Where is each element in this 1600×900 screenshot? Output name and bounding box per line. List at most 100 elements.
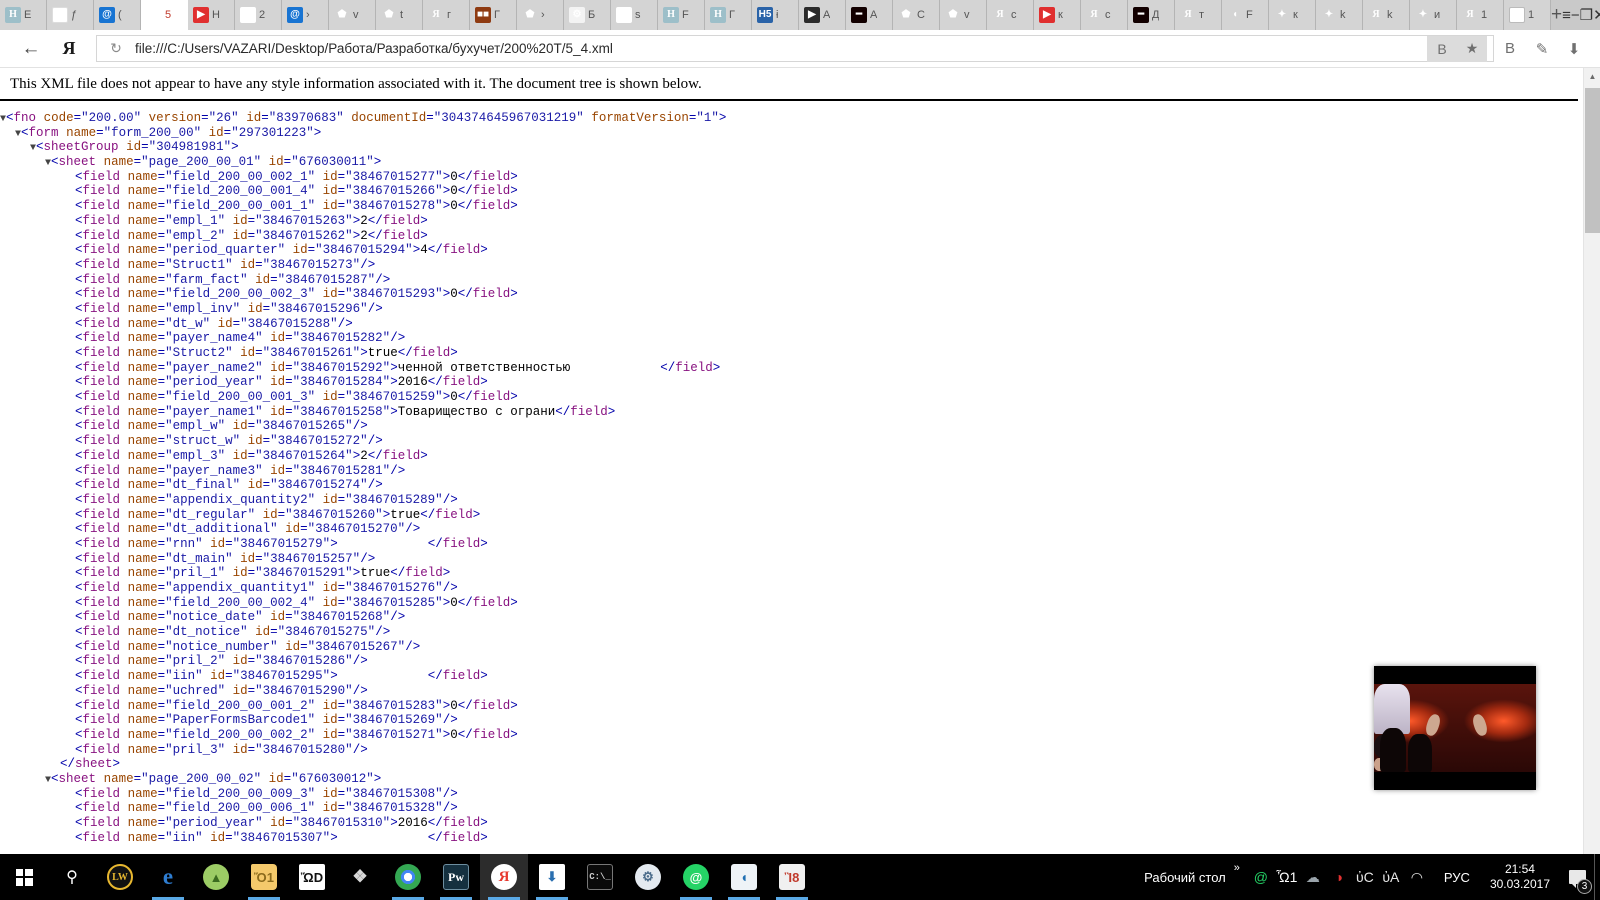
browser-tab-26[interactable]: ◖ F [1222,0,1269,30]
browser-tab-10[interactable]: ■■ Г [470,0,517,30]
show-desktop-button[interactable] [1594,854,1600,900]
html5-icon: H5 [757,7,773,23]
windows-taskbar: ⚲ LW e ▲ Ὄ1 ὬD ❖ Pw Я ⬇ C:\_ ⚙ @ ◖ Ἲ8 Рабочий стол » … [0,854,1600,900]
browser-tab-1[interactable]: Яƒ [47,0,94,30]
video-overlay-popup[interactable]: ✕ [1374,666,1536,790]
browser-tab-14[interactable]: HF [658,0,705,30]
browser-tab-24[interactable]: ━ Д [1128,0,1175,30]
battery-icon[interactable]: ὐC [1352,854,1378,900]
browser-tab-16[interactable]: H5 ɨ [752,0,799,30]
security-shield-icon[interactable]: Ὦ1 [1274,854,1300,900]
scrollbar-thumb[interactable] [1585,88,1600,233]
browser-tab-15[interactable]: HГ [705,0,752,30]
browser-tab-31[interactable]: Я1 [1457,0,1504,30]
browser-tab-3[interactable]: ὜B 5 [141,0,188,30]
browser-tab-25[interactable]: Ят [1175,0,1222,30]
browser-tab-30[interactable]: ✦ и [1410,0,1457,30]
h-logo-icon: H [710,7,726,23]
browser-tab-9[interactable]: Яг [423,0,470,30]
pink-shape-icon: ⬟ [522,7,538,23]
xml-line: <field name="payer_name4" id="3846701528… [0,331,1600,346]
taskbar-clock[interactable]: 21:54 30.03.2017 [1480,862,1560,892]
taskbar-item-google-chrome[interactable] [384,854,432,900]
browser-tab-7[interactable]: ⬟ v [329,0,376,30]
video-frame[interactable] [1374,684,1536,772]
reload-icon[interactable]: ↻ [103,40,129,57]
back-button[interactable]: ← [14,34,48,64]
new-tab-button[interactable]: + [1551,0,1562,30]
download-icon[interactable]: ⬇ [1558,34,1590,64]
tray-expand-icon[interactable]: » [1232,862,1248,882]
tab-label: Б [588,9,595,21]
taskbar-item-whatsapp[interactable]: @ [672,854,720,900]
browser-tab-6[interactable]: @ › [282,0,329,30]
browser-tab-17[interactable]: ▶ А [799,0,846,30]
taskbar-item-media-app[interactable]: ◖ [720,854,768,900]
tab-label: › [541,9,545,21]
browser-tab-0[interactable]: HE [0,0,47,30]
browser-tab-28[interactable]: ✦ k [1316,0,1363,30]
language-indicator[interactable]: РУС [1434,870,1480,885]
xml-line: <field name="field_200_00_001_4" id="384… [0,184,1600,199]
browser-tab-32[interactable]: W1 [1504,0,1551,30]
opera-tray-icon[interactable]: ◑ [1326,854,1352,900]
browser-tab-20[interactable]: ⬟ v [940,0,987,30]
xml-line: <field name="field_200_00_009_3" id="384… [0,787,1600,802]
taskbar-item-lightworks[interactable]: LW [96,854,144,900]
microsoft-store-icon: ὬD [299,864,325,890]
taskbar-item-pw-app[interactable]: Pw [432,854,480,900]
page-scrollbar[interactable]: ▲ [1583,68,1600,854]
bookmark-star-icon[interactable]: ★ [1457,36,1487,62]
close-window-button[interactable]: ✕ [1593,0,1600,30]
browser-tab-19[interactable]: ⬟ C [893,0,940,30]
yandex-home-button[interactable]: Я [48,34,90,64]
minimize-button[interactable]: − [1571,0,1580,30]
volume-icon[interactable]: ὐA [1378,854,1404,900]
tab-label: Н [212,9,220,21]
restore-button[interactable]: ❐ [1580,0,1593,30]
taskbar-item-command-prompt[interactable]: C:\_ [576,854,624,900]
download-manager-icon: ⬇ [539,864,565,890]
search-icon[interactable]: ⚲ [48,854,96,900]
browser-tab-27[interactable]: ✦ к [1269,0,1316,30]
dark-banner-icon: ━ [1133,7,1149,23]
taskbar-item-file-explorer[interactable]: Ὄ1 [240,854,288,900]
cloud-storage-icon[interactable]: ☁ [1300,854,1326,900]
browser-menu-button[interactable]: ≡ [1562,0,1571,30]
browser-tab-4[interactable]: ▶ Н [188,0,235,30]
browser-tab-8[interactable]: ⬟ t [376,0,423,30]
taskbar-item-yandex-browser[interactable]: Я [480,854,528,900]
wifi-icon[interactable]: ◠ [1404,854,1430,900]
xml-line: <field name="uchred" id="38467015290"/> [0,684,1600,699]
browser-tab-29[interactable]: Яk [1363,0,1410,30]
dark-banner-icon: ━ [851,7,867,23]
scroll-up-arrow-icon[interactable]: ▲ [1584,68,1600,85]
browser-tab-18[interactable]: ━ А [846,0,893,30]
page-info-icon[interactable]: ὜B [1427,36,1457,62]
browser-tab-13[interactable]: RMAs [611,0,658,30]
browser-tab-12[interactable]: ⚙ Б [564,0,611,30]
browser-tab-2[interactable]: @( [94,0,141,30]
browser-tab-11[interactable]: ⬟ › [517,0,564,30]
edit-pencil-icon[interactable]: ✎ [1526,34,1558,64]
taskbar-item-puzzle-app[interactable]: ❖ [336,854,384,900]
settings-app-icon: ⚙ [635,864,661,890]
taskbar-item-settings-app[interactable]: ⚙ [624,854,672,900]
notifications-button[interactable]: 3 [1560,854,1594,900]
xml-line: <field name="appendix_quantity1" id="384… [0,581,1600,596]
start-button[interactable] [0,854,48,900]
browser-tab-strip: HEЯƒ@(὜B5▶Н὜B2@›⬟v⬟tЯг■■Г⬟›⚙БRMAsHFHГH5ɨ… [0,0,1600,30]
browser-tab-23[interactable]: Яc [1081,0,1128,30]
taskbar-item-download-manager[interactable]: ⬇ [528,854,576,900]
taskbar-item-microsoft-edge[interactable]: e [144,854,192,900]
show-desktop-label[interactable]: Рабочий стол [1144,870,1232,885]
taskbar-item-microsoft-store[interactable]: ὬD [288,854,336,900]
whatsapp-tray-icon[interactable]: @ [1248,854,1274,900]
taskbar-item-paint[interactable]: Ἲ8 [768,854,816,900]
taskbar-item-android-studio[interactable]: ▲ [192,854,240,900]
notes-icon[interactable]: ὜B [1494,34,1526,64]
address-bar[interactable]: ↻ file:///C:/Users/VAZARI/Desktop/Работа… [96,35,1494,62]
browser-tab-21[interactable]: Яc [987,0,1034,30]
browser-tab-5[interactable]: ὜B 2 [235,0,282,30]
browser-tab-22[interactable]: ▶ к [1034,0,1081,30]
